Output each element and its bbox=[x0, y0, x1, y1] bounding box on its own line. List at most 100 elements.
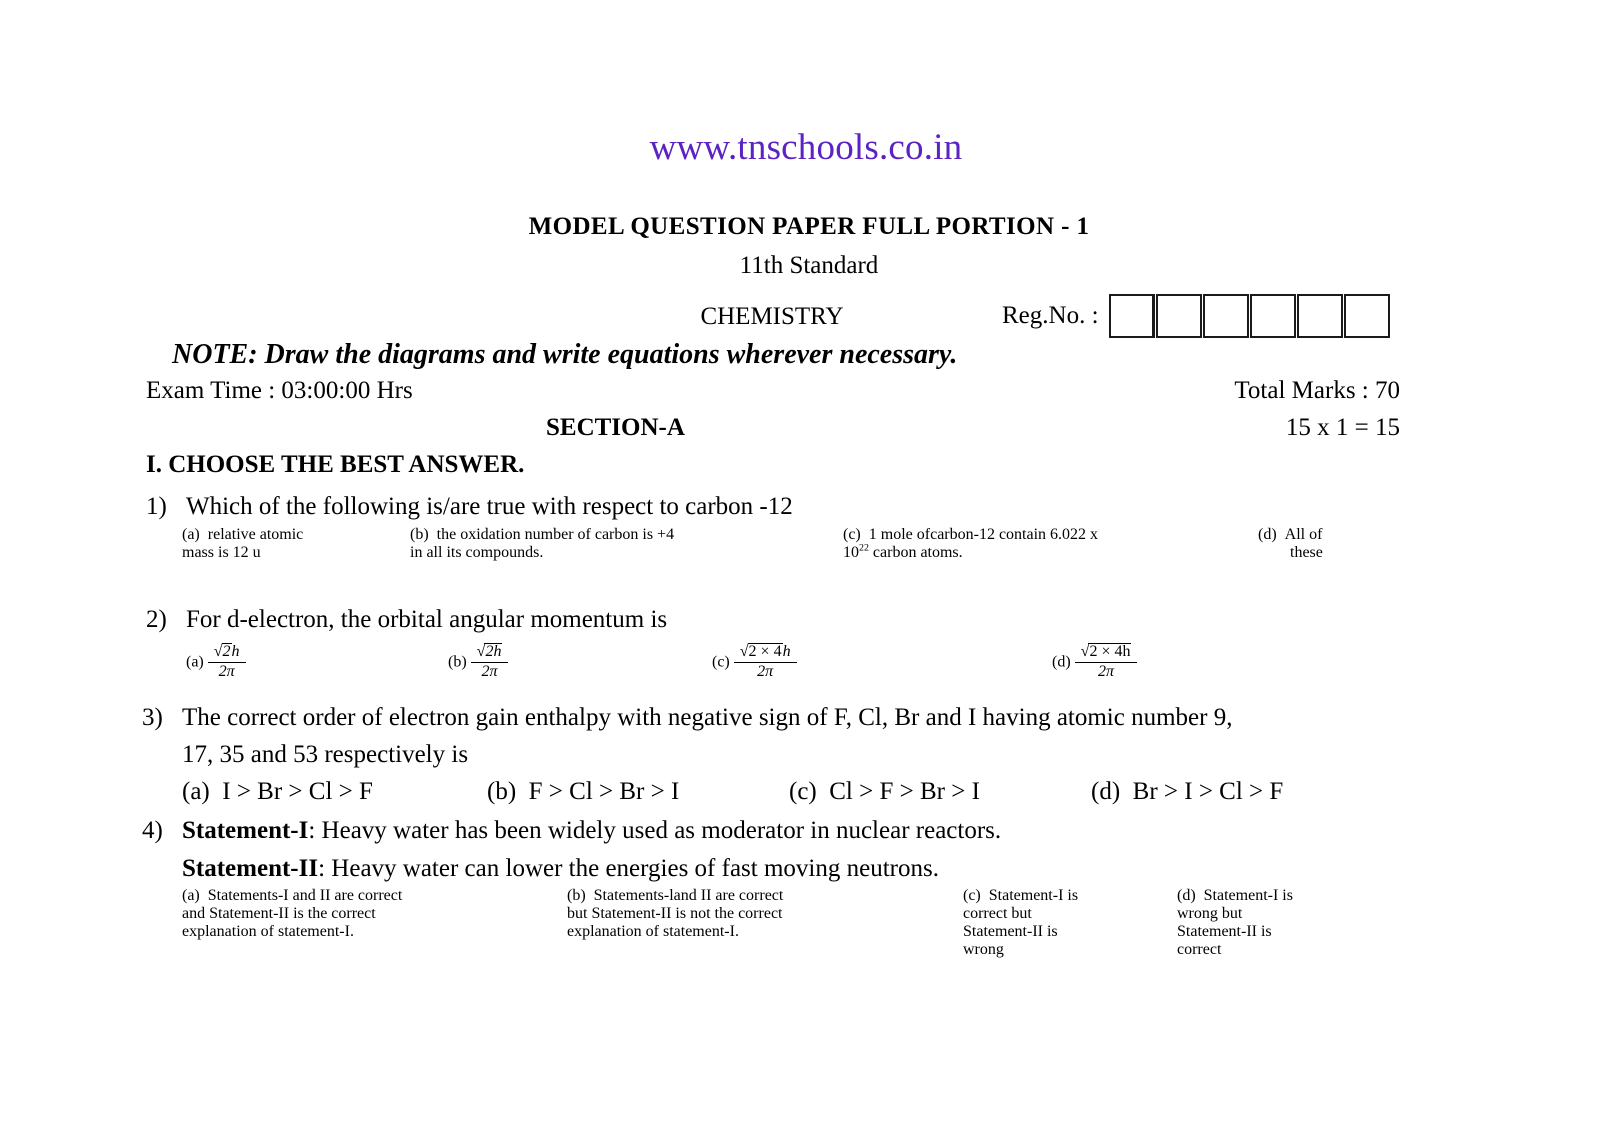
regno-box[interactable] bbox=[1108, 294, 1155, 338]
option-text: Cl > F > Br > I bbox=[829, 778, 980, 805]
question-3-option-d[interactable]: (d) Br > I > Cl > F bbox=[1091, 773, 1283, 810]
option-label: (d) bbox=[1091, 778, 1121, 805]
option-text-cont: these bbox=[1290, 544, 1323, 561]
question-1-option-c[interactable]: (c) 1 mole ofcarbon-12 contain 6.022 x 1… bbox=[843, 526, 1263, 562]
question-2-option-c[interactable]: (c) √2 × 4h 2π bbox=[712, 643, 797, 682]
radicand: 2h bbox=[484, 643, 503, 660]
standard-label: 11th Standard bbox=[739, 252, 879, 279]
option-text-cont2: explanation of statement-I. bbox=[182, 923, 354, 940]
regno-box[interactable] bbox=[1155, 294, 1202, 338]
option-label: (b) bbox=[567, 887, 586, 904]
regno-label: Reg.No. : bbox=[1002, 302, 1099, 329]
option-text: I > Br > Cl > F bbox=[222, 778, 373, 805]
option-text: the oxidation number of carbon is +4 bbox=[436, 526, 675, 543]
statement-1-text: : Heavy water has been widely used as mo… bbox=[308, 817, 1002, 844]
option-text-cont2: Statement-II is bbox=[963, 923, 1058, 940]
option-label: (b) bbox=[448, 653, 467, 671]
regno-box[interactable] bbox=[1249, 294, 1296, 338]
section-instruction: I. CHOOSE THE BEST ANSWER. bbox=[146, 451, 525, 478]
exponent: 22 bbox=[859, 542, 869, 554]
denominator: 2π bbox=[218, 662, 235, 680]
question-4-option-b[interactable]: (b) Statements-land II are correct but S… bbox=[567, 887, 957, 941]
question-2-option-b[interactable]: (b) √2h 2π bbox=[448, 643, 509, 682]
question-number-4: 4) bbox=[142, 817, 163, 844]
statement-2-text: : Heavy water can lower the energies of … bbox=[318, 855, 939, 882]
marks-split: 15 x 1 = 15 bbox=[1285, 414, 1400, 441]
question-1-option-a[interactable]: (a) relative atomic mass is 12 u bbox=[182, 526, 412, 562]
option-label: (a) bbox=[186, 653, 204, 671]
question-number-1: 1) bbox=[146, 493, 167, 520]
option-label: (c) bbox=[963, 887, 981, 904]
question-3-option-b[interactable]: (b) F > Cl > Br > I bbox=[487, 773, 679, 810]
radical-suffix: h bbox=[231, 643, 240, 660]
section-heading: SECTION-A bbox=[546, 414, 685, 441]
radicand: 2 × 4 bbox=[747, 643, 783, 660]
option-text-cont: and Statement-II is the correct bbox=[182, 905, 376, 922]
option-label: (c) bbox=[789, 778, 817, 805]
statement-2-label: Statement-II bbox=[182, 855, 319, 882]
option-text: All of bbox=[1284, 526, 1323, 543]
option-text: Statement-I is bbox=[1203, 887, 1293, 904]
question-1-option-b[interactable]: (b) the oxidation number of carbon is +4… bbox=[410, 526, 860, 562]
option-label: (a) bbox=[182, 887, 200, 904]
question-text-3: The correct order of electron gain entha… bbox=[182, 699, 1422, 773]
question-3-option-c[interactable]: (c) Cl > F > Br > I bbox=[789, 773, 980, 810]
option-label: (d) bbox=[1258, 526, 1277, 543]
question-text-1: Which of the following is/are true with … bbox=[186, 493, 793, 520]
option-text: Statements-I and II are correct bbox=[207, 887, 403, 904]
option-text-cont3: wrong bbox=[963, 941, 1004, 958]
option-text-cont2: explanation of statement-I. bbox=[567, 923, 739, 940]
option-label: (a) bbox=[182, 526, 200, 543]
question-paper-page: www.tnschools.co.in MODEL QUESTION PAPER… bbox=[0, 0, 1600, 1127]
regno-boxes[interactable] bbox=[1108, 294, 1391, 338]
option-text: Statements-land II are correct bbox=[593, 887, 784, 904]
option-text: Br > I > Cl > F bbox=[1132, 778, 1284, 805]
option-text-cont: correct but bbox=[963, 905, 1032, 922]
denominator: 2π bbox=[757, 662, 774, 680]
exam-time: Exam Time : 03:00:00 Hrs bbox=[146, 377, 413, 404]
radicand: 2 bbox=[221, 643, 232, 660]
question-1-option-d[interactable]: (d) All of these bbox=[1258, 526, 1498, 562]
question-text-2: For d-electron, the orbital angular mome… bbox=[186, 606, 668, 633]
regno-box[interactable] bbox=[1296, 294, 1343, 338]
question-2-option-a[interactable]: (a) √2h 2π bbox=[186, 643, 246, 682]
question-4-option-d[interactable]: (d) Statement-I is wrong but Statement-I… bbox=[1177, 887, 1397, 959]
option-text: 1 mole ofcarbon-12 contain 6.022 x bbox=[868, 526, 1099, 543]
question-4-statement-1: Statement-I: Heavy water has been widely… bbox=[182, 812, 1001, 849]
option-text-cont: in all its compounds. bbox=[410, 544, 544, 561]
option-label: (b) bbox=[487, 778, 517, 805]
registration-number-field[interactable]: Reg.No. : bbox=[1002, 294, 1391, 338]
fraction-expression: √2h 2π bbox=[470, 643, 509, 681]
question-4-option-a[interactable]: (a) Statements-I and II are correct and … bbox=[182, 887, 562, 941]
note-instruction: NOTE: Draw the diagrams and write equati… bbox=[172, 339, 958, 370]
option-text: F > Cl > Br > I bbox=[528, 778, 680, 805]
option-text-cont2: carbon atoms. bbox=[868, 544, 963, 561]
question-text-3-line1: The correct order of electron gain entha… bbox=[182, 704, 1233, 731]
option-label: (c) bbox=[712, 653, 730, 671]
regno-box[interactable] bbox=[1343, 294, 1390, 338]
radical-suffix: h bbox=[782, 643, 791, 660]
option-text: relative atomic bbox=[207, 526, 304, 543]
option-label: (d) bbox=[1177, 887, 1196, 904]
question-number-2: 2) bbox=[146, 606, 167, 633]
option-label: (c) bbox=[843, 526, 861, 543]
question-text-3-line2: 17, 35 and 53 respectively is bbox=[182, 741, 469, 768]
page-title: MODEL QUESTION PAPER FULL PORTION - 1 bbox=[528, 213, 1090, 240]
option-text-cont: 10 bbox=[843, 544, 859, 561]
option-label: (d) bbox=[1052, 653, 1071, 671]
total-marks: Total Marks : 70 bbox=[1234, 377, 1400, 404]
option-label: (a) bbox=[182, 778, 210, 805]
question-2-option-d[interactable]: (d) √2 × 4h 2π bbox=[1052, 643, 1138, 682]
option-text-cont2: Statement-II is bbox=[1177, 923, 1272, 940]
question-number-3: 3) bbox=[142, 704, 163, 731]
question-3-option-a[interactable]: (a) I > Br > Cl > F bbox=[182, 773, 373, 810]
option-text: Statement-I is bbox=[988, 887, 1079, 904]
regno-box[interactable] bbox=[1202, 294, 1249, 338]
question-4-statement-2: Statement-II: Heavy water can lower the … bbox=[182, 850, 939, 887]
denominator: 2π bbox=[481, 662, 498, 680]
denominator: 2π bbox=[1098, 662, 1115, 680]
option-label: (b) bbox=[410, 526, 429, 543]
fraction-expression: √2 × 4h 2π bbox=[733, 643, 797, 681]
question-4-option-c[interactable]: (c) Statement-I is correct but Statement… bbox=[963, 887, 1173, 959]
site-url-heading: www.tnschools.co.in bbox=[649, 127, 963, 168]
